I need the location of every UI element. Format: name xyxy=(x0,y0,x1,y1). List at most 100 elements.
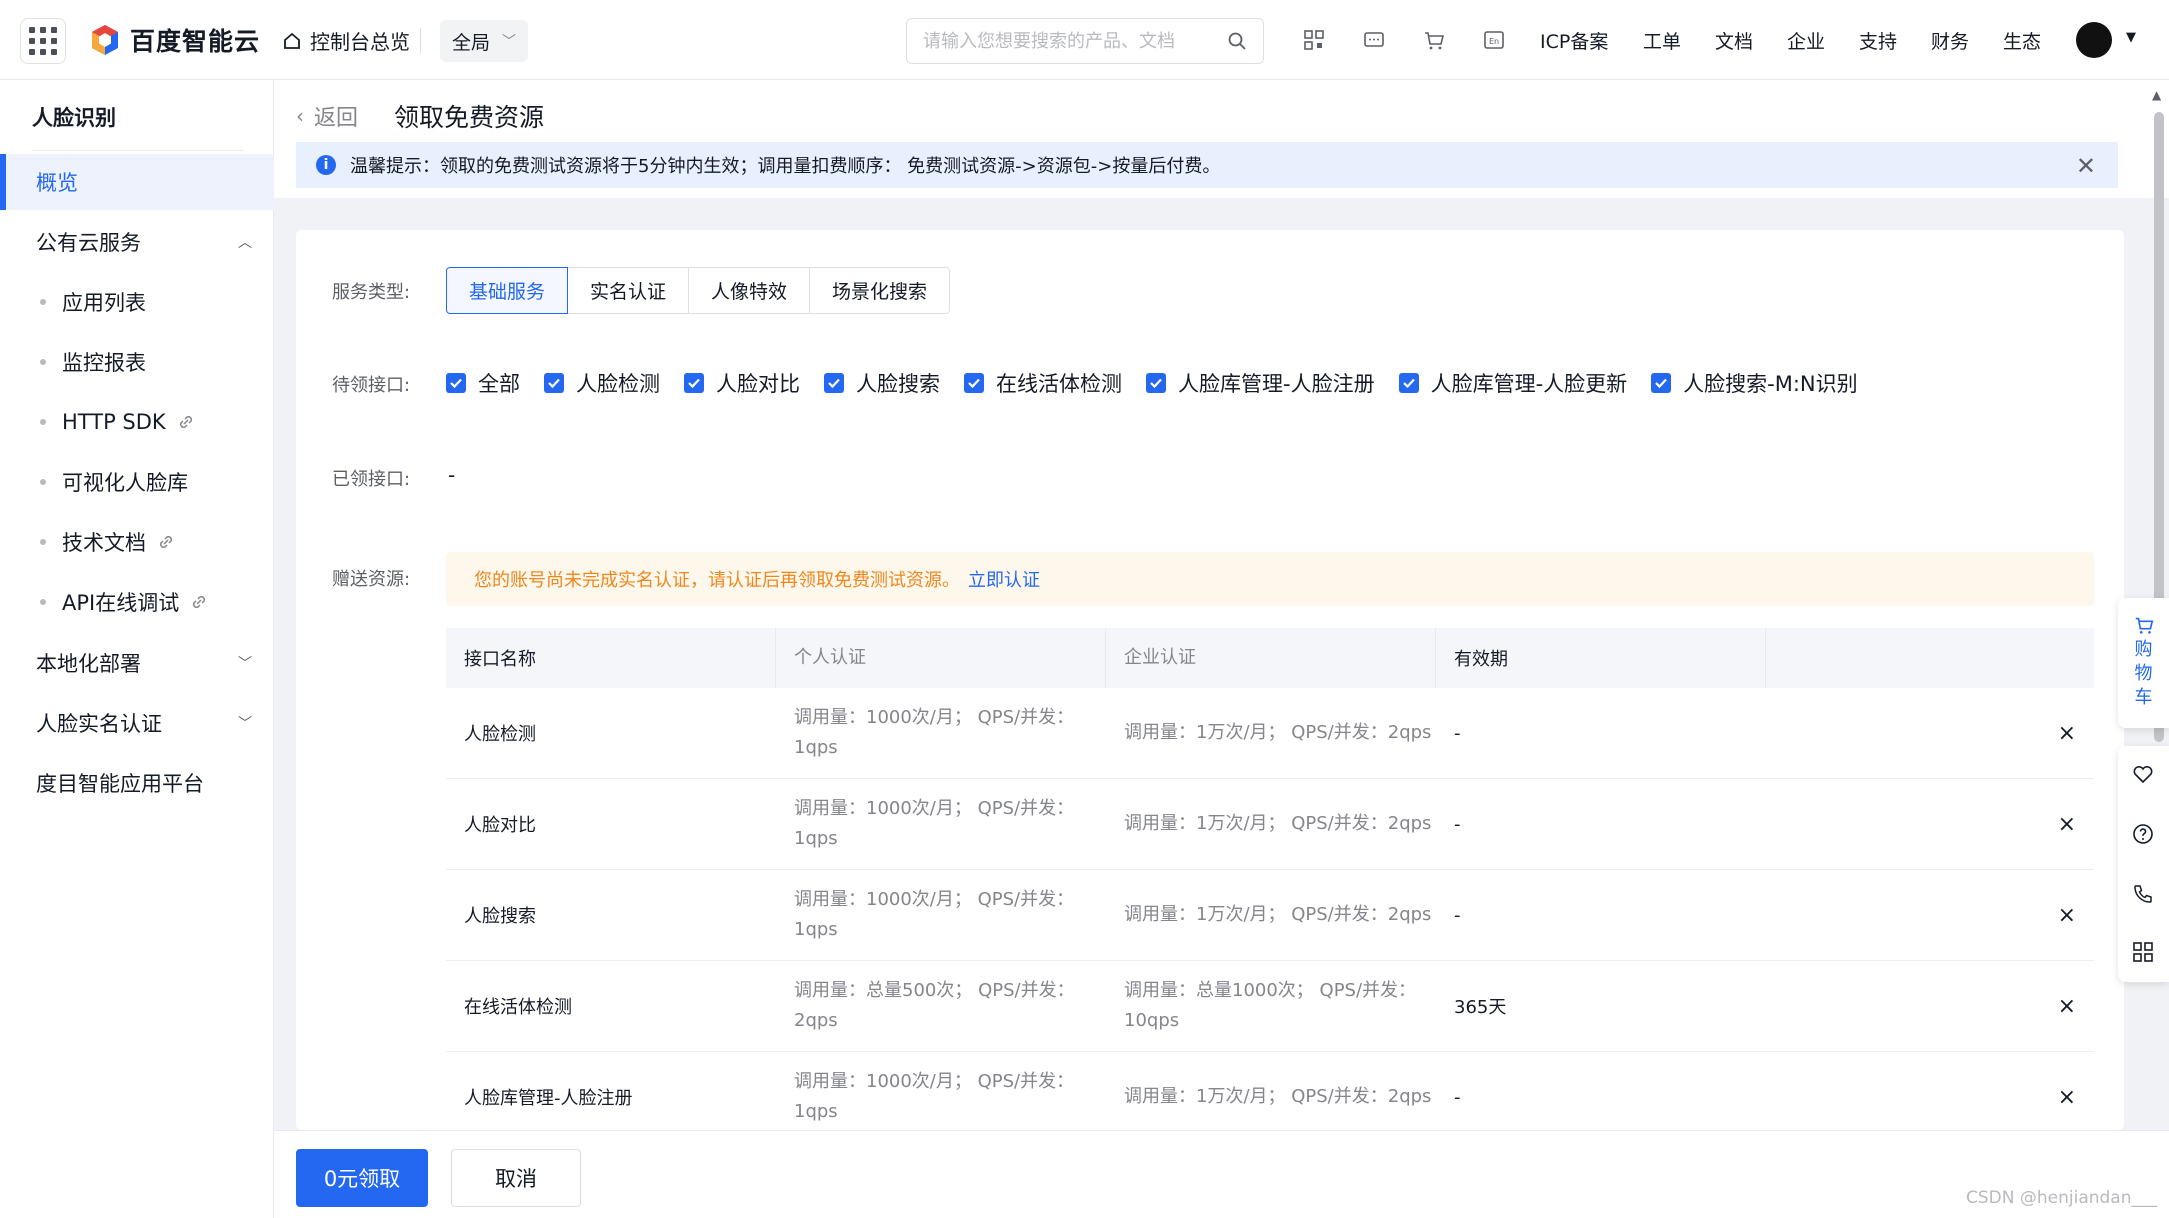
cell-enterprise: 调用量：总量1000次； QPS/并发：10qps xyxy=(1124,980,1417,1031)
back-link[interactable]: ‹ 返回 xyxy=(296,100,358,132)
cell-actions: × xyxy=(1766,779,2094,869)
cart-label-char: 购 xyxy=(2134,639,2153,660)
cart-label-char: 物 xyxy=(2134,663,2153,684)
cancel-button[interactable]: 取消 xyxy=(451,1149,581,1207)
console-home-link[interactable]: 控制台总览 xyxy=(282,26,410,55)
col-validity: 有效期 xyxy=(1436,628,1766,688)
search-input[interactable] xyxy=(923,30,1227,52)
region-select[interactable]: 全局 ﹀ xyxy=(440,20,528,62)
home-icon xyxy=(284,32,300,49)
remove-icon[interactable]: × xyxy=(2058,903,2076,928)
remove-icon[interactable]: × xyxy=(2058,1085,2076,1110)
sidebar-item-face-realname[interactable]: 人脸实名认证 ﹀ xyxy=(0,695,274,751)
nav-finance[interactable]: 财务 xyxy=(1931,27,1969,54)
remove-icon[interactable]: × xyxy=(2058,721,2076,746)
floating-cart-button[interactable]: 购 物 车 xyxy=(2118,598,2169,728)
sidebar-item-tech-docs[interactable]: 技术文档 xyxy=(0,514,274,570)
remove-icon[interactable]: × xyxy=(2058,812,2076,837)
nav-docs[interactable]: 文档 xyxy=(1715,27,1753,54)
sidebar-item-overview[interactable]: 概览 xyxy=(0,154,274,210)
checkbox-face-search[interactable]: 人脸搜索 xyxy=(824,368,940,398)
sidebar-item-dumu-platform[interactable]: 度目智能应用平台 xyxy=(0,755,274,811)
checkbox-face-compare[interactable]: 人脸对比 xyxy=(684,368,800,398)
checkbox-checked-icon[interactable] xyxy=(824,373,844,393)
cell-interface-name: 人脸搜索 xyxy=(464,906,536,927)
sidebar-item-api-debug[interactable]: API在线调试 xyxy=(0,574,274,630)
help-icon[interactable] xyxy=(2131,822,2155,846)
verify-now-link[interactable]: 立即认证 xyxy=(968,566,1040,592)
sidebar-item-label-wrap: 技术文档 xyxy=(62,527,176,557)
chevron-down-icon: ﹀ xyxy=(238,716,252,732)
checkbox-all[interactable]: 全部 xyxy=(446,368,520,398)
table-row: 人脸库管理-人脸注册 调用量：1000次/月； QPS/并发：1qps 调用量：… xyxy=(446,1052,2094,1130)
user-avatar[interactable] xyxy=(2076,22,2112,58)
sidebar-item-public-cloud[interactable]: 公有云服务 ︿ xyxy=(0,214,274,270)
nav-icp[interactable]: ICP备案 xyxy=(1540,27,1608,54)
sidebar-item-label: 可视化人脸库 xyxy=(62,471,188,495)
checkbox-checked-icon[interactable] xyxy=(1398,373,1419,393)
phone-icon[interactable] xyxy=(2131,882,2155,906)
checkbox-checked-icon[interactable] xyxy=(1651,373,1672,393)
cell-actions: × xyxy=(1766,961,2094,1051)
nav-support[interactable]: 支持 xyxy=(1859,27,1897,54)
checkbox-label: 人脸搜索 xyxy=(856,372,940,396)
checkbox-checked-icon[interactable] xyxy=(964,373,984,393)
nav-enterprise[interactable]: 企业 xyxy=(1787,27,1825,54)
close-icon[interactable]: ✕ xyxy=(2076,152,2096,180)
cart-icon[interactable] xyxy=(1422,28,1446,52)
global-search[interactable] xyxy=(906,18,1264,64)
bullet-dot xyxy=(40,599,46,605)
chevron-down-icon: ﹀ xyxy=(502,34,516,50)
sidebar-item-app-list[interactable]: 应用列表 xyxy=(0,274,274,330)
checkbox-liveness[interactable]: 在线活体检测 xyxy=(964,368,1122,398)
tab-portrait-effects[interactable]: 人像特效 xyxy=(689,267,811,314)
tab-scenario-search[interactable]: 场景化搜索 xyxy=(810,267,951,314)
table-header: 接口名称 个人认证 企业认证 有效期 xyxy=(446,628,2094,688)
checkbox-face-search-mn[interactable]: 人脸搜索-M:N识别 xyxy=(1651,368,1858,398)
sidebar-item-label-wrap: HTTP SDK xyxy=(62,410,196,434)
checkbox-checked-icon[interactable] xyxy=(684,373,704,393)
sidebar-item-monitor[interactable]: 监控报表 xyxy=(0,334,274,390)
cart-icon xyxy=(2135,617,2153,634)
checkbox-label: 人脸检测 xyxy=(576,372,660,396)
brand-logo[interactable]: 百度智能云 xyxy=(88,22,260,58)
region-label: 全局 xyxy=(452,31,491,54)
cart-label-char: 车 xyxy=(2134,687,2153,708)
sidebar-item-http-sdk[interactable]: HTTP SDK xyxy=(0,394,274,450)
claim-free-button[interactable]: 0元领取 xyxy=(296,1149,428,1207)
sidebar-item-label: 概览 xyxy=(36,171,78,195)
checkbox-checked-icon[interactable] xyxy=(544,373,564,393)
checkbox-facelib-register[interactable]: 人脸库管理-人脸注册 xyxy=(1146,368,1375,398)
cell-enterprise: 调用量：1万次/月； QPS/并发：2qps xyxy=(1124,1086,1432,1107)
checkbox-face-detect[interactable]: 人脸检测 xyxy=(544,368,660,398)
cell-enterprise: 调用量：1万次/月； QPS/并发：2qps xyxy=(1124,813,1432,834)
chevron-up-icon: ︿ xyxy=(238,235,252,251)
tab-basic-service[interactable]: 基础服务 xyxy=(446,267,569,314)
nav-ecosystem[interactable]: 生态 xyxy=(2003,27,2041,54)
sidebar-item-label: 度目智能应用平台 xyxy=(36,772,204,796)
tab-realname-auth[interactable]: 实名认证 xyxy=(568,267,690,314)
apps-grid-icon[interactable] xyxy=(20,18,66,64)
caret-down-icon[interactable]: ▼ xyxy=(2126,30,2136,45)
col-interface-name: 接口名称 xyxy=(446,628,776,688)
sidebar-item-visual-facelib[interactable]: 可视化人脸库 xyxy=(0,454,274,510)
sidebar-item-local-deploy[interactable]: 本地化部署 ﹀ xyxy=(0,635,274,691)
grid-icon[interactable] xyxy=(2131,940,2155,964)
claim-form-card: 服务类型: 基础服务 实名认证 人像特效 场景化搜索 待领接口: 全部 人脸检测… xyxy=(296,230,2124,1130)
qrcode-icon[interactable] xyxy=(1302,28,1326,52)
remove-icon[interactable]: × xyxy=(2058,994,2076,1019)
page-header: ‹ 返回 领取免费资源 i 温馨提示：领取的免费测试资源将于5分钟内生效；调用量… xyxy=(274,80,2169,198)
realname-warning: 您的账号尚未完成实名认证，请认证后再领取免费测试资源。 立即认证 xyxy=(446,552,2094,606)
language-icon[interactable]: En xyxy=(1482,28,1506,52)
checkbox-checked-icon[interactable] xyxy=(446,373,466,393)
sidebar: 人脸识别 概览 公有云服务 ︿ 应用列表 监控报表 HTTP SDK 可视化人脸… xyxy=(0,80,274,1218)
cell-interface-name: 人脸检测 xyxy=(464,724,536,745)
checkbox-checked-icon[interactable] xyxy=(1146,373,1166,393)
heart-icon[interactable] xyxy=(2131,762,2155,786)
warning-text: 您的账号尚未完成实名认证，请认证后再领取免费测试资源。 xyxy=(474,570,960,591)
message-icon[interactable] xyxy=(1362,28,1386,52)
search-icon[interactable] xyxy=(1227,31,1247,51)
checkbox-facelib-update[interactable]: 人脸库管理-人脸更新 xyxy=(1398,368,1627,398)
nav-ticket[interactable]: 工单 xyxy=(1643,27,1681,54)
scroll-up-arrow[interactable]: ▲ xyxy=(2152,88,2161,102)
